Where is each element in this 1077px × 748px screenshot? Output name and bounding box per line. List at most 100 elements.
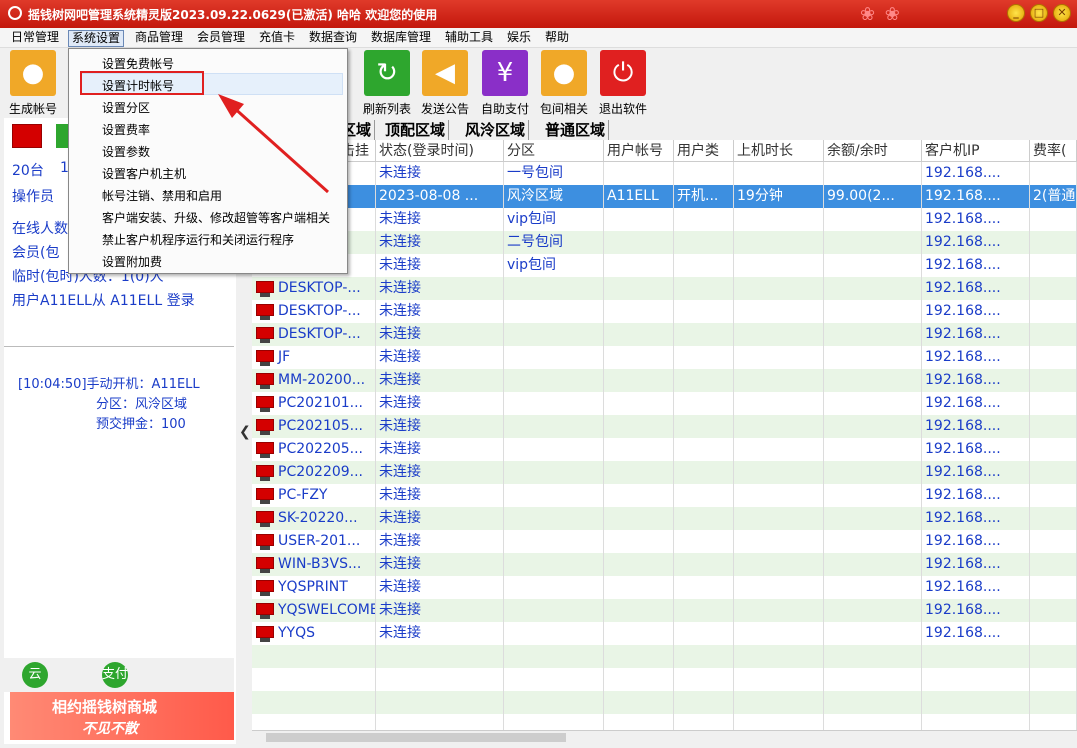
column-header[interactable]: 用户类 bbox=[674, 140, 734, 162]
table-row[interactable]: YYQS 未连接 192.168.... bbox=[252, 622, 1077, 645]
private-room-button[interactable]: ● 包间相关 bbox=[535, 50, 593, 117]
table-cell-ip: 192.168.... bbox=[922, 576, 1030, 599]
refresh-list-button[interactable]: ↻ 刷新列表 bbox=[358, 50, 416, 117]
table-row[interactable]: SK-20220... 未连接 192.168.... bbox=[252, 507, 1077, 530]
table-row[interactable]: PC202205... 未连接 192.168.... bbox=[252, 438, 1077, 461]
table-cell-dur bbox=[734, 162, 824, 185]
menu-item-params[interactable]: 设置参数 bbox=[102, 143, 150, 160]
column-header[interactable]: 上机时长 bbox=[734, 140, 824, 162]
menu-item-rates[interactable]: 设置费率 bbox=[102, 121, 150, 138]
table-row[interactable]: DESKTOP-... 未连接 192.168.... bbox=[252, 300, 1077, 323]
table-cell-ip: 192.168.... bbox=[922, 323, 1030, 346]
table-row[interactable]: PC202105... 未连接 192.168.... bbox=[252, 415, 1077, 438]
table-row[interactable]: YQSWELCOME2未连接 192.168.... bbox=[252, 599, 1077, 622]
table-row[interactable]: MM-20200... 未连接 192.168.... bbox=[252, 369, 1077, 392]
send-notice-button[interactable]: ◀ 发送公告 bbox=[416, 50, 474, 117]
table-cell-empty bbox=[376, 691, 504, 714]
column-header[interactable]: 客户机IP bbox=[922, 140, 1030, 162]
table-cell-user bbox=[604, 369, 674, 392]
table-row[interactable]: PC-FZY 未连接 192.168.... bbox=[252, 484, 1077, 507]
table-cell-dur bbox=[734, 346, 824, 369]
table-row[interactable]: WIN-B3VS... 未连接 192.168.... bbox=[252, 553, 1077, 576]
table-cell-zone bbox=[504, 415, 604, 438]
table-row[interactable]: DESKTOP-... 未连接 192.168.... bbox=[252, 277, 1077, 300]
table-row[interactable]: 未连接 二号包间 192.168.... bbox=[252, 231, 1077, 254]
zone-tabs: 区域 顶配区域 风泠区域 普通区域 bbox=[252, 118, 1077, 140]
column-header[interactable]: 费率( bbox=[1030, 140, 1077, 162]
menu-tools[interactable]: 辅助工具 bbox=[442, 30, 496, 47]
tab-fengling-zone[interactable]: 风泠区域 bbox=[462, 120, 530, 140]
table-row[interactable]: PC202209... 未连接 192.168.... bbox=[252, 461, 1077, 484]
table-cell-empty bbox=[734, 714, 824, 730]
close-button[interactable]: ✕ bbox=[1053, 4, 1071, 22]
table-cell-dur bbox=[734, 438, 824, 461]
table-row[interactable]: DESKTOP-... 未连接 192.168.... bbox=[252, 323, 1077, 346]
generate-account-button[interactable]: ● 生成帐号 bbox=[4, 50, 62, 117]
menu-item-free-account[interactable]: 设置免费帐号 bbox=[102, 55, 174, 72]
exit-button[interactable]: ⏻ 退出软件 bbox=[594, 50, 652, 117]
table-row[interactable]: PC202101... 未连接 192.168.... bbox=[252, 392, 1077, 415]
table-row[interactable]: YQSPRINT 未连接 192.168.... bbox=[252, 576, 1077, 599]
table-cell-bal bbox=[824, 300, 922, 323]
table-cell-name: PC-FZY bbox=[252, 484, 376, 507]
table-row bbox=[252, 714, 1077, 730]
table-cell-dur bbox=[734, 277, 824, 300]
table-cell-status: 未连接 bbox=[376, 484, 504, 507]
megaphone-icon: ◀ bbox=[422, 50, 468, 96]
table-row[interactable]: 2023-08-08 ... 风泠区域 A11ELL 开机... 19分钟 99.00(2… bbox=[252, 185, 1077, 208]
maximize-button[interactable]: □ bbox=[1030, 4, 1048, 22]
menu-goods[interactable]: 商品管理 bbox=[132, 30, 186, 47]
table-cell-zone bbox=[504, 599, 604, 622]
table-cell-ip: 192.168.... bbox=[922, 208, 1030, 231]
menu-recharge-card[interactable]: 充值卡 bbox=[256, 30, 298, 47]
promo-banner[interactable]: 相约摇钱树商城 不见不散 bbox=[10, 692, 234, 740]
table-cell-empty bbox=[252, 714, 376, 730]
table-cell-empty bbox=[376, 714, 504, 730]
table-row[interactable]: JF 未连接 192.168.... bbox=[252, 346, 1077, 369]
table-row[interactable]: ...未连接vip包间192.168.... bbox=[252, 254, 1077, 277]
table-cell-user bbox=[604, 277, 674, 300]
table-cell-empty bbox=[604, 645, 674, 668]
table-row[interactable]: USER-201... 未连接 192.168.... bbox=[252, 530, 1077, 553]
table-row[interactable]: 未连接 vip包间 192.168.... bbox=[252, 208, 1077, 231]
computer-icon bbox=[255, 350, 275, 366]
menu-data-query[interactable]: 数据查询 bbox=[306, 30, 360, 47]
menu-item-client-install[interactable]: 客户端安装、升级、修改超管等客户端相关 bbox=[102, 209, 330, 226]
column-header[interactable]: 余额/余时 bbox=[824, 140, 922, 162]
menu-system-settings[interactable]: 系统设置 bbox=[68, 30, 125, 47]
table-row[interactable]: 未连接 一号包间 192.168.... bbox=[252, 162, 1077, 185]
table-cell-dur bbox=[734, 484, 824, 507]
column-header[interactable]: 用户帐号 bbox=[604, 140, 674, 162]
table-cell-name: PC202101... bbox=[252, 392, 376, 415]
table-cell-user bbox=[604, 323, 674, 346]
computer-icon bbox=[255, 534, 275, 550]
table-cell-rate bbox=[1030, 438, 1077, 461]
computer-icon bbox=[255, 281, 275, 297]
tab-top-zone[interactable]: 顶配区域 bbox=[382, 120, 450, 140]
member-count: 会员(包 bbox=[12, 245, 60, 261]
menu-daily[interactable]: 日常管理 bbox=[8, 30, 62, 47]
menu-help[interactable]: 帮助 bbox=[542, 30, 572, 47]
menu-item-block-programs[interactable]: 禁止客户机程序运行和关闭运行程序 bbox=[102, 231, 294, 248]
column-header[interactable]: 状态(登录时间) bbox=[376, 140, 504, 162]
menu-item-zones[interactable]: 设置分区 bbox=[102, 99, 150, 116]
menu-item-client-host[interactable]: 设置客户机主机 bbox=[102, 165, 186, 182]
tab-normal-zone[interactable]: 普通区域 bbox=[542, 120, 610, 140]
pay-button[interactable]: 支付 bbox=[102, 662, 128, 688]
menu-members[interactable]: 会员管理 bbox=[194, 30, 248, 47]
table-cell-empty bbox=[376, 645, 504, 668]
cloud-button[interactable]: 云 bbox=[22, 662, 48, 688]
horizontal-scrollbar[interactable] bbox=[252, 730, 1077, 744]
menu-bar: 日常管理 系统设置 商品管理 会员管理 充值卡 数据查询 数据库管理 辅助工具 … bbox=[0, 28, 1077, 48]
menu-database[interactable]: 数据库管理 bbox=[368, 30, 434, 47]
menu-item-account-disable[interactable]: 帐号注销、禁用和启用 bbox=[102, 187, 222, 204]
table-cell-name: MM-20200... bbox=[252, 369, 376, 392]
minimize-button[interactable]: _ bbox=[1007, 4, 1025, 22]
column-header[interactable]: 分区 bbox=[504, 140, 604, 162]
table-cell-dur bbox=[734, 415, 824, 438]
menu-entertainment[interactable]: 娱乐 bbox=[504, 30, 534, 47]
table-cell-dur bbox=[734, 507, 824, 530]
menu-item-surcharge[interactable]: 设置附加费 bbox=[102, 253, 162, 270]
self-pay-button[interactable]: ¥ 自助支付 bbox=[476, 50, 534, 117]
scrollbar-thumb[interactable] bbox=[266, 733, 566, 742]
